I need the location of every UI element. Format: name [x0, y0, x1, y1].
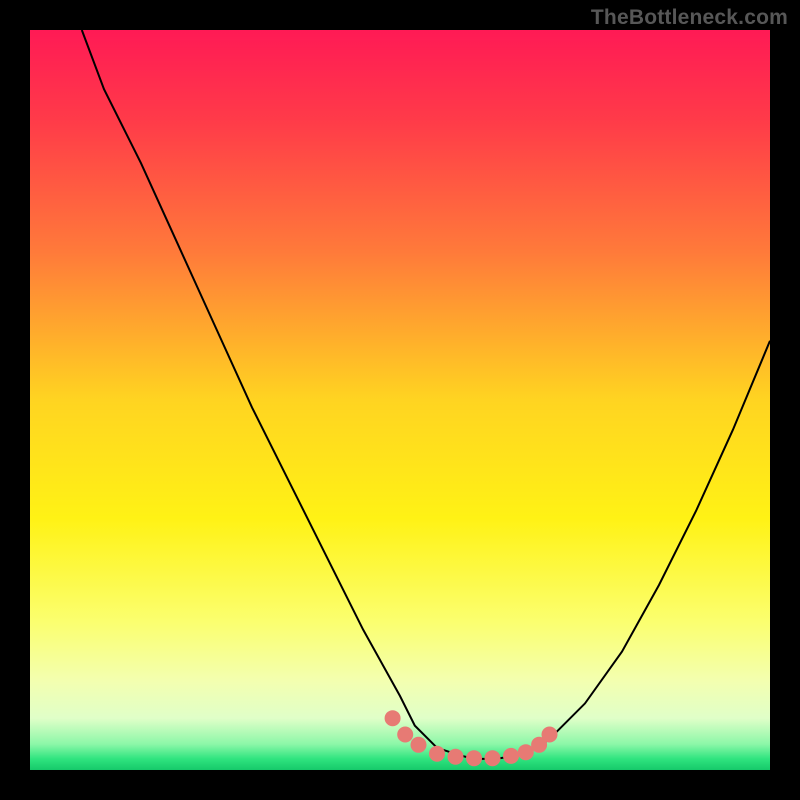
watermark-text: TheBottleneck.com [591, 6, 788, 30]
marker-dot [385, 710, 401, 726]
marker-dot [485, 750, 501, 766]
marker-dot [542, 727, 558, 743]
marker-dot [466, 750, 482, 766]
marker-dot [411, 737, 427, 753]
marker-dot [397, 727, 413, 743]
marker-dot [448, 749, 464, 765]
chart-background [30, 30, 770, 770]
marker-dot [503, 748, 519, 764]
marker-dot [429, 746, 445, 762]
bottleneck-chart [0, 0, 800, 800]
chart-stage: { "watermark": "TheBottleneck.com", "cha… [0, 0, 800, 800]
